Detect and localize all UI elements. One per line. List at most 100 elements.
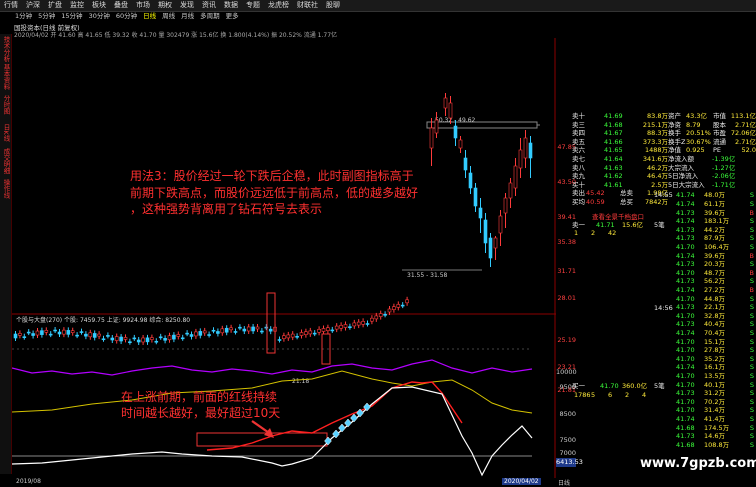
candle-body [224, 327, 229, 333]
candle-body [62, 329, 66, 335]
stat-value: 20.51% [686, 129, 711, 138]
menu-item[interactable]: 股聊 [322, 0, 344, 11]
candle-body [458, 139, 463, 149]
menu-item[interactable]: 沪深 [22, 0, 44, 11]
sidebar-tab[interactable]: 成交明细 [0, 148, 11, 174]
tick-price: 41.74 [676, 329, 695, 337]
stat-value-2: 2.71亿 [735, 137, 756, 146]
ask-price: 41.64 [604, 155, 623, 163]
candle-body [498, 215, 503, 234]
tick-volume: 40.4万 [704, 320, 725, 329]
stat-key-2: PE [713, 146, 722, 155]
buy-one-row[interactable]: 买一 41.70 360.0亿 5笔 [572, 382, 668, 391]
trade-tick-row: 41.73 22.1万 S [668, 303, 756, 312]
tick-volume: 27.8万 [704, 346, 725, 355]
trade-tick-row: 41.73 31.2万 S [668, 389, 756, 398]
date-axis-current: 2020/04/02 [502, 478, 541, 485]
period-1[interactable]: 5分钟 [35, 12, 58, 21]
candle-body [158, 336, 163, 339]
ask-row[interactable]: 卖六 41.65 1488万 [572, 146, 668, 155]
tick-volume: 27.2万 [704, 286, 725, 294]
ask-price: 41.68 [604, 120, 623, 129]
trade-tick-row: 41.74 41.4万 S [668, 415, 756, 424]
sidebar-tab[interactable]: 技术分析 [0, 36, 11, 62]
ask-row[interactable]: 卖七 41.64 341.6万 [572, 155, 668, 164]
queue-num: 4 [642, 390, 647, 399]
sidebar-tab[interactable]: 操作线 [0, 176, 11, 202]
candle-body [92, 333, 97, 338]
summary-label: 买均 [572, 198, 585, 206]
flow-value: -1.71亿 [712, 180, 736, 189]
ask-row[interactable]: 卖四 41.67 88.3万 [572, 129, 668, 138]
stat-key: 净资 [668, 120, 681, 129]
candle-body [339, 324, 343, 329]
period-7[interactable]: 月线 [178, 12, 197, 21]
period-0[interactable]: 1分钟 [12, 12, 35, 21]
trade-tick-row: 41.74 70.4万 S [668, 329, 756, 338]
buy-one-label: 买一 [572, 382, 585, 390]
candle-body [136, 339, 141, 343]
tick-side: S [749, 311, 754, 320]
buy-one-vol: 360.0亿 [622, 382, 648, 390]
menu-item[interactable]: 资讯 [198, 0, 220, 11]
candle-body [185, 332, 189, 335]
sell-one-row[interactable]: 卖一 41.71 15.6亿 5笔 [572, 221, 668, 230]
trade-tick-row: 41.73 20.3万 S [668, 260, 756, 269]
menu-item[interactable]: 板块 [88, 0, 110, 11]
tick-volume: 48.7万 [704, 268, 725, 277]
candle-body [290, 333, 295, 338]
tick-price: 41.74 [676, 415, 695, 423]
stat-value-2: 72.06亿 [730, 129, 756, 138]
sidebar-tab[interactable]: 日K线 [0, 120, 11, 146]
ask-row[interactable]: 卖八 41.63 46.2万 [572, 164, 668, 173]
summary-price: 45.42 [586, 189, 605, 198]
date-axis-left: 2019/08 [16, 478, 41, 485]
menu-item[interactable]: 扩盘 [44, 0, 66, 11]
sidebar-tab[interactable]: 分时图 [0, 92, 11, 118]
candle-body [35, 330, 40, 336]
tick-side: S [749, 260, 754, 269]
menu-item[interactable]: 市场 [132, 0, 154, 11]
candle-body [251, 326, 255, 332]
ask-volume: 215.1万 [642, 120, 668, 129]
ask-row[interactable]: 卖三 41.68 215.1万 [572, 121, 668, 130]
ask-label: 卖三 [572, 120, 585, 129]
menu-item[interactable]: 叠盘 [110, 0, 132, 11]
ask-row[interactable]: 卖十 41.69 83.8万 [572, 112, 668, 121]
menu-item[interactable]: 发现 [176, 0, 198, 11]
candle-body [48, 333, 53, 336]
buy-one-n: 5笔 [654, 382, 665, 390]
tick-volume: 22.1万 [704, 303, 725, 312]
period-6[interactable]: 周线 [159, 12, 178, 21]
period-8[interactable]: 多周期 [197, 12, 223, 21]
ask-row[interactable]: 卖九 41.62 46.4万 [572, 172, 668, 181]
menu-item[interactable]: 行情 [0, 0, 22, 11]
sidebar-tab[interactable]: 基本资料 [0, 64, 11, 90]
date-axis: 2019/08 2020/04/02 [12, 478, 556, 487]
order-depth-title[interactable]: 查看全景千档盘口 [592, 211, 644, 221]
ask-price: 41.63 [604, 163, 623, 172]
candle-body [453, 125, 458, 139]
flow-row: 5日大宗流入 -1.71亿 [668, 181, 756, 190]
tick-volume: 39.6万 [704, 208, 725, 217]
trade-tick-row: 41.70 15.1万 S [668, 338, 756, 347]
stat-value: 30.67% [686, 137, 711, 146]
menu-item[interactable]: 财联社 [293, 0, 322, 11]
candle-body [468, 172, 473, 189]
ask-volume: 46.4万 [647, 172, 668, 181]
stat-value-2: 113.1亿 [730, 112, 756, 120]
menu-item[interactable]: 龙虎榜 [264, 0, 293, 11]
period-9[interactable]: 更多 [223, 12, 242, 21]
period-4[interactable]: 60分钟 [113, 12, 140, 21]
period-3[interactable]: 30分钟 [86, 12, 113, 21]
menu-item[interactable]: 期权 [154, 0, 176, 11]
menu-item[interactable]: 监控 [66, 0, 88, 11]
menu-item[interactable]: 数据 [220, 0, 242, 11]
tick-price: 41.73 [676, 225, 695, 234]
period-5[interactable]: 日线 [140, 12, 159, 21]
candle-body [119, 336, 123, 342]
period-2[interactable]: 15分钟 [58, 12, 85, 21]
tick-volume: 32.8万 [704, 311, 725, 320]
ask-row[interactable]: 卖五 41.66 373.3万 [572, 138, 668, 147]
menu-item[interactable]: 专题 [242, 0, 264, 11]
